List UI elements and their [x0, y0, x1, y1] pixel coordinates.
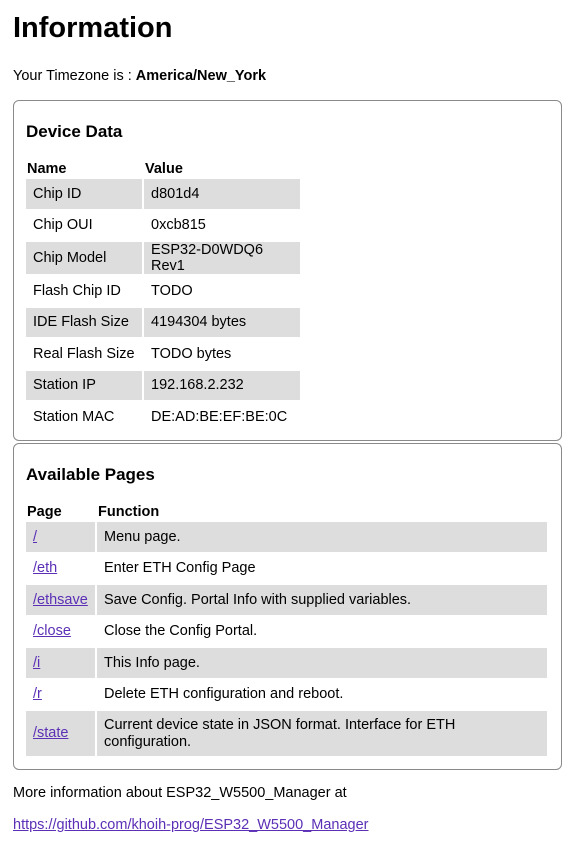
device-value-cell: ESP32-D0WDQ6 Rev1: [144, 242, 300, 274]
table-row: Chip OUI 0xcb815: [26, 211, 300, 241]
timezone-value: America/New_York: [135, 68, 267, 84]
table-row: Station MAC DE:AD:BE:EF:BE:0C: [26, 402, 300, 432]
device-value-cell: TODO bytes: [151, 345, 232, 362]
page-title: Information: [13, 12, 173, 44]
page-function-cell: Enter ETH Config Page: [104, 560, 256, 577]
page-link-state[interactable]: /state: [33, 725, 68, 741]
available-pages-heading: Available Pages: [26, 465, 155, 484]
table-row: /i This Info page.: [26, 648, 547, 678]
device-name-cell: IDE Flash Size: [26, 307, 142, 337]
device-data-table: Name Value Chip ID d801d4 Chip OUI 0xcb815…: [24, 158, 302, 434]
page-link-ethsave[interactable]: /ethsave: [33, 592, 88, 608]
page-function-cell: This Info page.: [97, 648, 547, 678]
page-function-cell: Current device state in JSON format. Int…: [97, 711, 547, 756]
table-row: / Menu page.: [26, 522, 547, 552]
device-name-header: Name: [27, 161, 67, 177]
device-value-header: Value: [145, 161, 183, 177]
page-header: Page: [27, 504, 62, 520]
table-row: Real Flash Size TODO bytes: [26, 339, 300, 369]
more-info-text: More information about ESP32_W5500_Manag…: [13, 785, 347, 801]
device-value-cell: 192.168.2.232: [144, 370, 300, 400]
table-row: /close Close the Config Portal.: [26, 617, 547, 647]
page-function-cell: Close the Config Portal.: [104, 623, 258, 640]
available-pages-table: Page Function / Menu page. /eth Enter ETH …: [24, 501, 549, 758]
page-link-reset[interactable]: /r: [33, 686, 42, 702]
timezone-line: Your Timezone is : America/New_York: [13, 67, 560, 85]
page-function-cell: Save Config. Portal Info with supplied v…: [97, 585, 547, 615]
device-name-cell: Chip OUI: [33, 217, 93, 234]
device-data-heading: Device Data: [26, 122, 123, 141]
table-row: IDE Flash Size 4194304 bytes: [26, 307, 300, 337]
device-name-cell: Chip ID: [26, 179, 142, 209]
device-value-cell: 0xcb815: [151, 217, 206, 234]
device-value-cell: 4194304 bytes: [144, 307, 300, 337]
device-name-cell: Station MAC: [33, 408, 115, 425]
page-function-cell: Menu page.: [97, 522, 547, 552]
page-function-cell: Delete ETH configuration and reboot.: [104, 686, 344, 703]
table-row: Station IP 192.168.2.232: [26, 370, 300, 400]
table-row: /eth Enter ETH Config Page: [26, 554, 547, 584]
device-name-cell: Flash Chip ID: [33, 282, 121, 299]
page-link-eth[interactable]: /eth: [33, 560, 57, 576]
table-row: /state Current device state in JSON forma…: [26, 711, 547, 756]
function-header: Function: [98, 504, 160, 520]
device-name-cell: Station IP: [26, 370, 142, 400]
table-row: Chip Model ESP32-D0WDQ6 Rev1: [26, 242, 300, 274]
device-name-cell: Chip Model: [26, 242, 142, 274]
table-row: /ethsave Save Config. Portal Info with su…: [26, 585, 547, 615]
device-name-cell: Real Flash Size: [33, 345, 135, 362]
available-pages-card: Available Pages Page Function / Menu page…: [13, 443, 562, 770]
github-link[interactable]: https://github.com/khoih-prog/ESP32_W550…: [13, 817, 368, 833]
table-row: Flash Chip ID TODO: [26, 276, 300, 306]
timezone-label: Your Timezone is :: [13, 68, 136, 84]
page-link-root[interactable]: /: [33, 529, 37, 545]
device-value-cell: d801d4: [144, 179, 300, 209]
device-data-card: Device Data Name Value Chip ID d801d4 Chi…: [13, 100, 562, 441]
page-link-info[interactable]: /i: [33, 655, 40, 671]
device-value-cell: DE:AD:BE:EF:BE:0C: [151, 408, 288, 425]
device-value-cell: TODO: [151, 282, 193, 299]
table-row: /r Delete ETH configuration and reboot.: [26, 680, 547, 710]
page-link-close[interactable]: /close: [33, 623, 71, 639]
table-row: Chip ID d801d4: [26, 179, 300, 209]
